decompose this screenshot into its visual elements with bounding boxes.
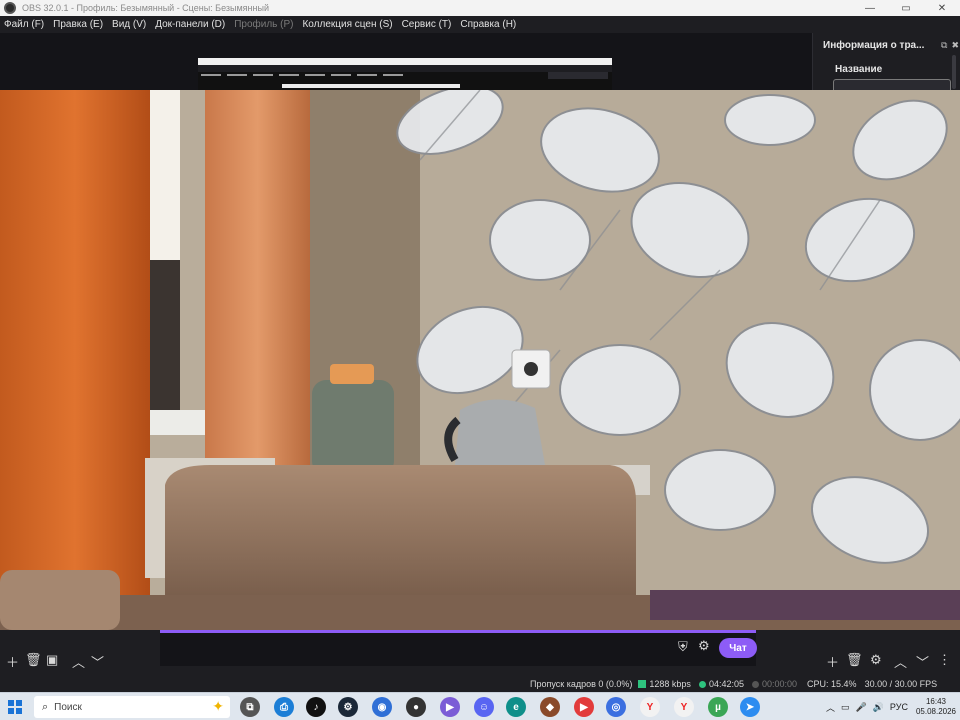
yandex-browser-icon[interactable]: Y bbox=[674, 697, 694, 717]
start-button[interactable] bbox=[8, 700, 22, 714]
live-time: 04:42:05 bbox=[708, 679, 744, 689]
trash-icon[interactable]: 🗑 bbox=[25, 652, 42, 668]
media-icon[interactable]: ▶ bbox=[574, 697, 594, 717]
webcam-scene bbox=[0, 90, 960, 630]
move-down-icon[interactable]: ﹀ bbox=[916, 652, 929, 671]
menu-scene-collection[interactable]: Коллекция сцен (S) bbox=[302, 19, 392, 30]
menu-help[interactable]: Справка (H) bbox=[460, 19, 516, 30]
menu-view[interactable]: Вид (V) bbox=[112, 19, 146, 30]
obs-app-icon bbox=[4, 2, 16, 14]
windows-taskbar: ⌕ Поиск ✦ ⧉ ⎙ ♪ ⚙ ◉ ● ▶ ☺ e ◆ ▶ ◎ Y Y µ … bbox=[0, 692, 960, 720]
minimize-button[interactable]: — bbox=[852, 0, 888, 16]
rec-indicator-icon bbox=[751, 680, 759, 688]
move-up-icon[interactable]: ︿ bbox=[894, 652, 907, 671]
menu-file[interactable]: Файл (F) bbox=[4, 19, 44, 30]
microphone-icon[interactable]: 🎤 bbox=[855, 702, 866, 713]
dock-scrollbar[interactable] bbox=[952, 55, 956, 89]
close-dock-icon[interactable]: ✖ bbox=[951, 40, 959, 51]
nested-dock-header bbox=[548, 72, 608, 79]
chat-panel: ⛨ ⚙ bbox=[160, 630, 756, 666]
title-bar: OBS 32.0.1 - Профиль: Безымянный - Сцены… bbox=[0, 0, 960, 16]
up-arrow-icon[interactable]: ︿ bbox=[72, 652, 85, 671]
obs-window: OBS 32.0.1 - Профиль: Безымянный - Сцены… bbox=[0, 0, 960, 720]
volume-icon[interactable]: 🔊 bbox=[873, 702, 884, 713]
menu-docks[interactable]: Док-панели (D) bbox=[155, 19, 225, 30]
discord-icon[interactable]: ☺ bbox=[474, 697, 494, 717]
nested-menu-bar bbox=[198, 65, 612, 76]
fps-readout: 30.00 / 30.00 FPS bbox=[864, 679, 938, 689]
clock-time: 16:43 bbox=[925, 697, 946, 706]
system-tray: ︿ ▭ 🎤 🔊 РУС 16:43 05.08.2026 bbox=[820, 693, 956, 720]
settings-icon[interactable]: ⚙ bbox=[870, 652, 882, 668]
dropped-frames: Пропуск кадров 0 (0.0%) bbox=[530, 679, 633, 689]
live-indicator-icon bbox=[698, 680, 706, 688]
messenger-icon[interactable]: ◎ bbox=[606, 697, 626, 717]
menu-tools[interactable]: Сервис (T) bbox=[402, 19, 452, 30]
float-icon[interactable]: ⧉ bbox=[941, 40, 947, 51]
scenes-toolbar: ＋ 🗑 ▣ ︿ ﹀ bbox=[0, 630, 160, 692]
name-label: Название bbox=[835, 64, 883, 75]
cpu-usage: CPU: 15.4% bbox=[807, 679, 857, 689]
dock-header: Информация о тра... ⧉ ✖ bbox=[823, 37, 959, 53]
add-source-icon[interactable]: ＋ bbox=[826, 652, 839, 671]
close-button[interactable]: ✕ bbox=[924, 0, 960, 16]
yandex-icon[interactable]: Y bbox=[640, 697, 660, 717]
browser-icon[interactable]: ◉ bbox=[372, 697, 392, 717]
taskbar-search[interactable]: ⌕ Поиск ✦ bbox=[34, 696, 230, 718]
nested-window-capture bbox=[198, 58, 612, 90]
game-icon[interactable]: ◆ bbox=[540, 697, 560, 717]
bitrate: 1288 kbps bbox=[649, 679, 691, 689]
task-view-icon[interactable]: ⧉ bbox=[240, 697, 260, 717]
status-bar: Пропуск кадров 0 (0.0%) 1288 kbps 04:42:… bbox=[530, 676, 960, 692]
nested-bar bbox=[282, 84, 460, 88]
bitrate-indicator-icon bbox=[638, 680, 647, 688]
gear-icon[interactable]: ⚙ bbox=[698, 638, 710, 654]
telegram-icon[interactable]: ➤ bbox=[740, 697, 760, 717]
obs-taskbar-icon[interactable]: ● bbox=[406, 697, 426, 717]
more-icon[interactable]: ⋮ bbox=[938, 652, 951, 668]
rec-time: 00:00:00 bbox=[761, 679, 798, 689]
dock-title: Информация о тра... bbox=[823, 39, 925, 51]
search-placeholder: Поиск bbox=[54, 701, 82, 713]
tiktok-icon[interactable]: ♪ bbox=[306, 697, 326, 717]
network-icon[interactable]: ▭ bbox=[841, 702, 850, 713]
edge-icon[interactable]: e bbox=[506, 697, 526, 717]
twitch-icon[interactable]: ▶ bbox=[440, 697, 460, 717]
remove-source-icon[interactable]: 🗑 bbox=[846, 652, 863, 668]
steam-icon[interactable]: ⚙ bbox=[338, 697, 358, 717]
menu-edit[interactable]: Правка (E) bbox=[53, 19, 103, 30]
tray-arrow-icon[interactable]: ︿ bbox=[826, 701, 835, 714]
window-title: OBS 32.0.1 - Профиль: Безымянный - Сцены… bbox=[22, 3, 269, 13]
shield-icon[interactable]: ⛨ bbox=[678, 639, 688, 655]
chat-button[interactable]: Чат bbox=[719, 638, 757, 658]
language-indicator[interactable]: РУС bbox=[890, 702, 908, 712]
torrent-icon[interactable]: µ bbox=[708, 697, 728, 717]
stream-info-dock: Информация о тра... ⧉ ✖ Название bbox=[812, 33, 960, 93]
search-icon: ⌕ bbox=[42, 700, 49, 713]
camera-preview[interactable] bbox=[0, 90, 960, 630]
add-icon[interactable]: ＋ bbox=[6, 652, 19, 671]
down-arrow-icon[interactable]: ﹀ bbox=[91, 652, 104, 671]
window-controls: — ▭ ✕ bbox=[852, 0, 960, 16]
sparkle-icon: ✦ bbox=[212, 698, 224, 714]
nested-title-bar bbox=[198, 58, 612, 65]
files-app-icon[interactable]: ⎙ bbox=[274, 697, 294, 717]
menu-profile[interactable]: Профиль (P) bbox=[234, 19, 293, 30]
clock-date: 05.08.2026 bbox=[915, 707, 956, 716]
menu-bar: Файл (F) Правка (E) Вид (V) Док-панели (… bbox=[0, 16, 960, 33]
maximize-button[interactable]: ▭ bbox=[888, 0, 924, 16]
clock[interactable]: 16:43 05.08.2026 bbox=[916, 697, 956, 717]
filter-icon[interactable]: ▣ bbox=[46, 652, 58, 668]
